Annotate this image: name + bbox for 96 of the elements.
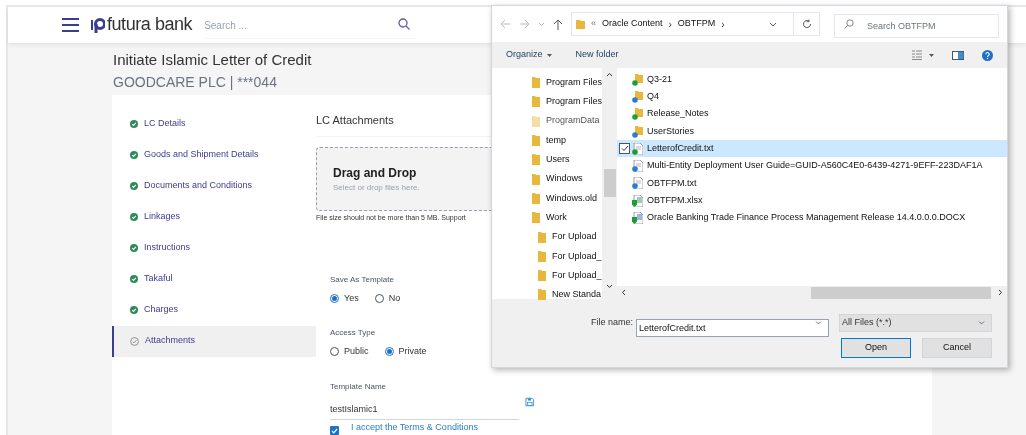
menu-icon[interactable] bbox=[62, 17, 79, 32]
field-label: Access Type bbox=[330, 327, 377, 339]
view-icon[interactable] bbox=[912, 50, 922, 60]
step-item[interactable]: LC Details bbox=[112, 108, 316, 140]
tree-item[interactable]: For Upload bbox=[492, 227, 602, 247]
tree-item[interactable]: For Upload_ bbox=[492, 246, 602, 266]
drop-zone-title: Drag and Drop bbox=[333, 165, 417, 182]
breadcrumb-separator: › bbox=[721, 17, 725, 32]
document-icon bbox=[632, 142, 643, 155]
folder-icon bbox=[538, 270, 546, 282]
folder-icon bbox=[532, 212, 540, 224]
save-icon[interactable] bbox=[524, 396, 534, 407]
tree-item[interactable]: New Standa bbox=[492, 285, 602, 305]
caret-icon bbox=[546, 53, 552, 57]
file-type-value: All Files (*.*) bbox=[842, 316, 892, 330]
folder-icon bbox=[538, 250, 546, 262]
file-row[interactable]: OBTFPM.xlsx bbox=[617, 192, 1007, 210]
search-icon[interactable] bbox=[398, 17, 411, 30]
step-item[interactable]: Attachments bbox=[112, 325, 316, 357]
scroll-right-icon[interactable] bbox=[998, 289, 1003, 296]
page-title: Initiate Islamic Letter of Credit bbox=[113, 49, 312, 70]
caret-icon[interactable] bbox=[929, 53, 934, 57]
checkbox[interactable] bbox=[619, 143, 630, 155]
search-field[interactable]: Search OBTFPM bbox=[834, 14, 999, 38]
scroll-down-icon[interactable] bbox=[606, 284, 613, 289]
folder-icon bbox=[532, 96, 540, 108]
breadcrumb-item[interactable]: Oracle Content bbox=[601, 17, 663, 31]
dropdown-icon bbox=[978, 321, 985, 325]
field-label: Template Name bbox=[330, 380, 388, 393]
address-bar[interactable]: « Oracle Content › OBTFPM › bbox=[570, 12, 820, 36]
scroll-left-icon[interactable] bbox=[621, 289, 626, 296]
word-document-icon bbox=[632, 212, 643, 224]
organize-menu[interactable]: Organize bbox=[506, 48, 552, 62]
refresh-icon[interactable] bbox=[801, 19, 812, 29]
help-icon[interactable] bbox=[982, 49, 993, 61]
preview-pane-icon[interactable] bbox=[952, 50, 964, 60]
file-row[interactable]: Q3-21 bbox=[617, 71, 1007, 89]
file-name-field[interactable]: LetterofCredit.txt bbox=[636, 319, 829, 337]
folder-icon bbox=[538, 289, 546, 301]
file-type-dropdown[interactable]: All Files (*.*) bbox=[839, 314, 992, 332]
folder-icon bbox=[532, 154, 540, 166]
open-button[interactable]: Open bbox=[841, 338, 911, 358]
dropdown-icon[interactable] bbox=[769, 21, 777, 27]
folder-icon bbox=[538, 231, 546, 243]
step-item[interactable]: Linkages bbox=[112, 201, 316, 233]
search-icon bbox=[844, 19, 854, 29]
new-folder-button[interactable]: New folder bbox=[575, 48, 619, 62]
radio-button[interactable]: Yes bbox=[330, 291, 359, 305]
folder-icon bbox=[532, 115, 540, 127]
step-item[interactable]: Takaful bbox=[112, 263, 316, 295]
document-icon bbox=[632, 160, 643, 173]
terms-link[interactable]: I accept the Terms & Conditions bbox=[351, 421, 478, 435]
up-icon[interactable] bbox=[552, 18, 563, 30]
folder-icon bbox=[632, 125, 643, 138]
field-label: Save As Template bbox=[330, 273, 395, 286]
folder-icon bbox=[532, 192, 540, 204]
page-subtitle: GOODCARE PLC | ***044 bbox=[113, 72, 277, 92]
radio-button[interactable]: No bbox=[374, 291, 401, 305]
file-name-label: File name: bbox=[590, 316, 633, 330]
tree-item[interactable]: Program Files bbox=[492, 73, 602, 93]
folder-icon bbox=[532, 173, 540, 185]
file-row[interactable]: LetterofCredit.txt bbox=[617, 140, 1007, 158]
step-item[interactable]: Charges bbox=[112, 294, 316, 326]
brand-name: futura bank bbox=[107, 13, 193, 37]
scroll-thumb[interactable] bbox=[811, 286, 991, 299]
scroll-up-icon[interactable] bbox=[606, 72, 613, 77]
file-row[interactable]: Oracle Banking Trade Finance Process Management Release 14.4.0.0.0.DOCX bbox=[617, 209, 1007, 227]
step-item[interactable]: Documents and Conditions bbox=[112, 170, 316, 202]
document-icon bbox=[632, 177, 643, 190]
folder-icon bbox=[532, 77, 540, 89]
radio-button[interactable]: Private bbox=[384, 345, 427, 359]
spreadsheet-icon bbox=[632, 194, 643, 207]
breadcrumb-separator: › bbox=[668, 17, 672, 32]
folder-icon bbox=[632, 108, 643, 121]
template-name-field[interactable]: testIslamic1 bbox=[330, 402, 519, 420]
overflow-chevron[interactable]: « bbox=[590, 17, 596, 31]
folder-icon bbox=[532, 135, 540, 147]
folder-icon bbox=[575, 19, 585, 29]
file-row[interactable]: OBTFPM.txt bbox=[617, 174, 1007, 193]
scroll-thumb[interactable] bbox=[603, 169, 616, 197]
file-row[interactable]: Q4 bbox=[617, 88, 1007, 106]
folder-icon bbox=[632, 90, 643, 103]
breadcrumb-item[interactable]: OBTFPM bbox=[677, 17, 716, 31]
radio-button[interactable]: Public bbox=[330, 345, 369, 359]
logo-icon bbox=[91, 16, 105, 33]
file-row[interactable]: Multi-Entity Deployment User Guide=GUID-A560C4E0-6439-4271-9EFF-223DAF1A bbox=[617, 157, 1007, 175]
drop-zone-hint: Select or drop files here. bbox=[333, 182, 420, 194]
step-item[interactable]: Goods and Shipment Details bbox=[112, 139, 316, 171]
tree-item[interactable]: For Upload_ bbox=[492, 265, 602, 286]
cancel-button[interactable]: Cancel bbox=[922, 338, 992, 358]
search-field[interactable]: Search ... bbox=[204, 12, 417, 39]
folder-icon bbox=[632, 73, 643, 86]
file-row[interactable]: UserStories bbox=[617, 122, 1007, 141]
tree-item[interactable]: Work bbox=[492, 208, 602, 228]
file-row[interactable]: Release_Notes bbox=[617, 105, 1007, 123]
step-item[interactable]: Instructions bbox=[112, 232, 316, 264]
